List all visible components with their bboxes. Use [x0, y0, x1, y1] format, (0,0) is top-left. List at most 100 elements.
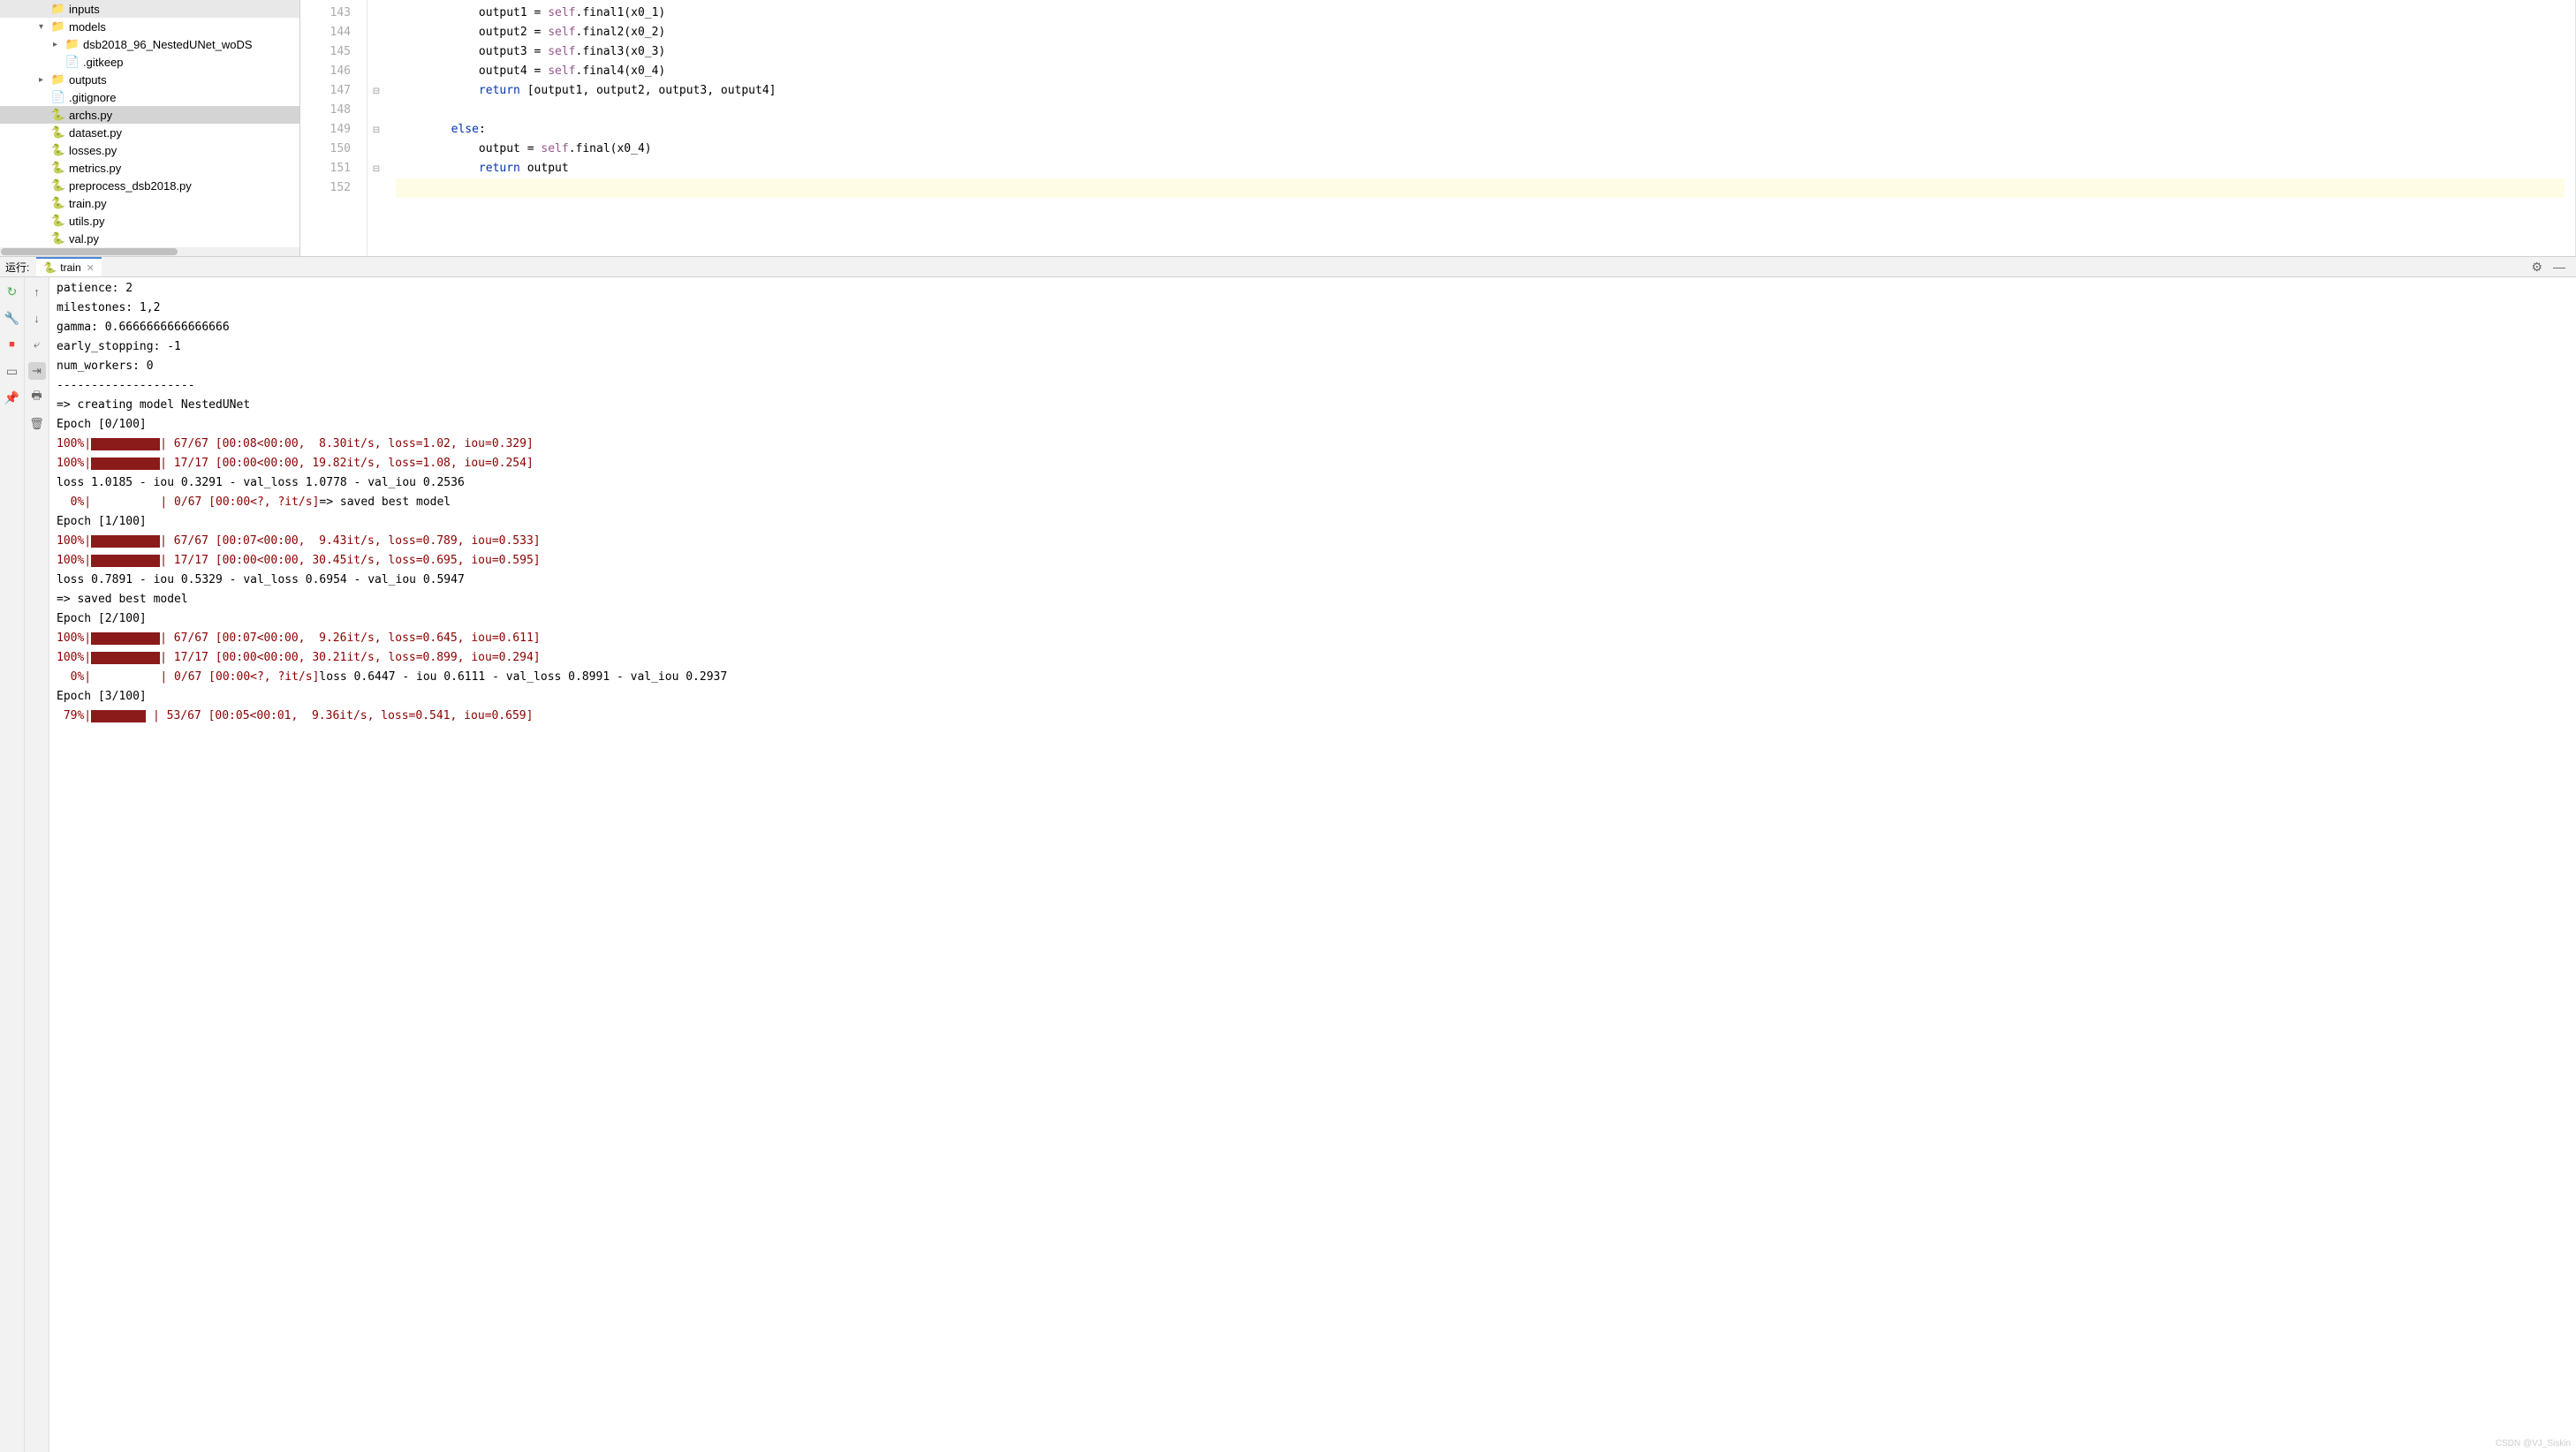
tree-item-val-py[interactable]: 🐍 val.py	[0, 230, 299, 247]
tree-item-outputs[interactable]: ▸📁outputs	[0, 71, 299, 88]
python-file-icon: 🐍	[51, 143, 65, 157]
folder-icon: 📁	[51, 2, 65, 16]
line-number: 146	[300, 62, 367, 81]
console-line: early_stopping: -1	[57, 337, 2569, 357]
project-file-tree[interactable]: 📁inputs▾📁models▸📁dsb2018_96_NestedUNet_w…	[0, 0, 300, 256]
code-line[interactable]: output1 = self.final1(x0_1)	[396, 4, 2565, 23]
console-line: 100%|| 67/67 [00:07<00:00, 9.26it/s, los…	[57, 629, 2569, 648]
layout-icon[interactable]: ▭	[4, 362, 21, 380]
editor-content[interactable]: output1 = self.final1(x0_1) output2 = se…	[385, 0, 2575, 256]
code-line[interactable]: else:	[396, 120, 2565, 140]
pin-icon[interactable]: 📌	[4, 389, 21, 406]
tree-item-label: dataset.py	[69, 126, 122, 140]
file-icon: 📄	[65, 55, 80, 69]
console-line: Epoch [1/100]	[57, 512, 2569, 532]
console-line: loss 1.0185 - iou 0.3291 - val_loss 1.07…	[57, 473, 2569, 493]
tree-item-label: train.py	[69, 197, 107, 210]
editor-fold-gutter[interactable]: ⊟ ⊟ ⊟	[367, 0, 385, 256]
tree-item-losses-py[interactable]: 🐍 losses.py	[0, 141, 299, 159]
fold-marker-icon	[367, 42, 385, 62]
fold-marker-icon[interactable]: ⊟	[367, 120, 385, 140]
python-file-icon: 🐍	[51, 108, 65, 122]
tree-item-label: models	[69, 20, 106, 34]
tree-item-label: utils.py	[69, 215, 104, 228]
console-line: gamma: 0.6666666666666666	[57, 318, 2569, 337]
code-line[interactable]: return [output1, output2, output3, outpu…	[396, 81, 2565, 101]
scroll-to-end-icon[interactable]: ⇥	[28, 362, 46, 380]
line-number: 143	[300, 4, 367, 23]
close-icon[interactable]: ✕	[87, 262, 95, 274]
console-line: Epoch [2/100]	[57, 609, 2569, 629]
line-number: 150	[300, 140, 367, 159]
code-line[interactable]: output2 = self.final2(x0_2)	[396, 23, 2565, 42]
minimize-icon[interactable]: —	[2553, 260, 2565, 274]
chevron-icon[interactable]: ▸	[53, 40, 65, 49]
tree-item-label: val.py	[69, 232, 99, 246]
console-line: Epoch [0/100]	[57, 415, 2569, 435]
python-file-icon: 🐍	[51, 231, 65, 246]
fold-marker-icon	[367, 178, 385, 198]
console-output[interactable]: patience: 2milestones: 1,2gamma: 0.66666…	[49, 277, 2576, 1452]
chevron-icon[interactable]: ▸	[39, 75, 51, 85]
tree-item-label: .gitignore	[69, 91, 116, 104]
tree-item--gitkeep[interactable]: 📄.gitkeep	[0, 53, 299, 71]
gear-icon[interactable]: ⚙	[2531, 260, 2542, 275]
tree-item-label: archs.py	[69, 109, 112, 122]
trash-icon[interactable]: 🗑	[28, 415, 46, 433]
folder-icon: 📁	[51, 19, 65, 34]
line-number: 147	[300, 81, 367, 101]
tree-item-inputs[interactable]: 📁inputs	[0, 0, 299, 18]
line-number: 144	[300, 23, 367, 42]
tree-item-label: losses.py	[69, 144, 117, 157]
tree-item-models[interactable]: ▾📁 models	[0, 18, 299, 35]
tree-item-label: metrics.py	[69, 162, 121, 175]
python-file-icon: 🐍	[51, 214, 65, 228]
rerun-icon[interactable]: ↻	[4, 283, 21, 300]
tree-item-dataset-py[interactable]: 🐍dataset.py	[0, 124, 299, 141]
soft-wrap-icon[interactable]: ⤶	[28, 336, 46, 353]
code-line[interactable]	[396, 101, 2565, 120]
run-panel-header: 运行: 🐍 train ✕ ⚙ —	[0, 256, 2576, 277]
tree-item-label: outputs	[69, 73, 107, 87]
file-tree-horizontal-scrollbar[interactable]	[0, 247, 299, 256]
folder-icon: 📁	[65, 37, 80, 51]
line-number: 152	[300, 178, 367, 198]
tree-item-preprocess-dsb2018-py[interactable]: 🐍preprocess_dsb2018.py	[0, 177, 299, 194]
code-line[interactable]: return output	[396, 159, 2565, 178]
tree-item-metrics-py[interactable]: 🐍metrics.py	[0, 159, 299, 177]
tree-item-archs-py[interactable]: 🐍 archs.py	[0, 106, 299, 124]
console-line: 100%|| 17/17 [00:00<00:00, 30.21it/s, lo…	[57, 648, 2569, 668]
progress-bar	[91, 710, 146, 722]
tree-item-train-py[interactable]: 🐍train.py	[0, 194, 299, 212]
fold-marker-icon[interactable]: ⊟	[367, 81, 385, 101]
run-tab-train[interactable]: 🐍 train ✕	[36, 257, 102, 276]
line-number: 149	[300, 120, 367, 140]
fold-marker-icon	[367, 140, 385, 159]
progress-bar	[91, 555, 160, 567]
tree-item-utils-py[interactable]: 🐍 utils.py	[0, 212, 299, 230]
console-line: => creating model NestedUNet	[57, 396, 2569, 415]
fold-marker-icon[interactable]: ⊟	[367, 159, 385, 178]
code-line[interactable]: output = self.final(x0_4)	[396, 140, 2565, 159]
up-icon[interactable]: ↑	[28, 283, 46, 300]
code-line[interactable]	[396, 178, 2565, 198]
stop-icon[interactable]: ■	[4, 336, 21, 353]
code-line[interactable]: output3 = self.final3(x0_3)	[396, 42, 2565, 62]
tree-item--gitignore[interactable]: 📄.gitignore	[0, 88, 299, 106]
console-line: 0%| | 0/67 [00:00<?, ?it/s]loss 0.6447 -…	[57, 668, 2569, 687]
print-icon[interactable]: 🖶	[28, 389, 46, 406]
run-label: 运行:	[5, 260, 29, 275]
line-number: 151	[300, 159, 367, 178]
tree-item-dsb2018-96-NestedUNet-woDS[interactable]: ▸📁dsb2018_96_NestedUNet_woDS	[0, 35, 299, 53]
console-line: 79%| | 53/67 [00:05<00:01, 9.36it/s, los…	[57, 707, 2569, 726]
chevron-icon[interactable]: ▾	[39, 22, 51, 32]
run-panel-body: ↻ 🔧 ■ ▭ 📌 ↑ ↓ ⤶ ⇥ 🖶 🗑 patience: 2milesto…	[0, 277, 2576, 1452]
progress-bar	[91, 438, 160, 450]
code-line[interactable]: output4 = self.final4(x0_4)	[396, 62, 2565, 81]
fold-marker-icon	[367, 62, 385, 81]
down-icon[interactable]: ↓	[28, 309, 46, 327]
console-line: num_workers: 0	[57, 357, 2569, 376]
wrench-icon[interactable]: 🔧	[4, 309, 21, 327]
console-line: Epoch [3/100]	[57, 687, 2569, 707]
code-editor[interactable]: 143144145146147148149150151152 ⊟⊟⊟ outpu…	[300, 0, 2576, 256]
